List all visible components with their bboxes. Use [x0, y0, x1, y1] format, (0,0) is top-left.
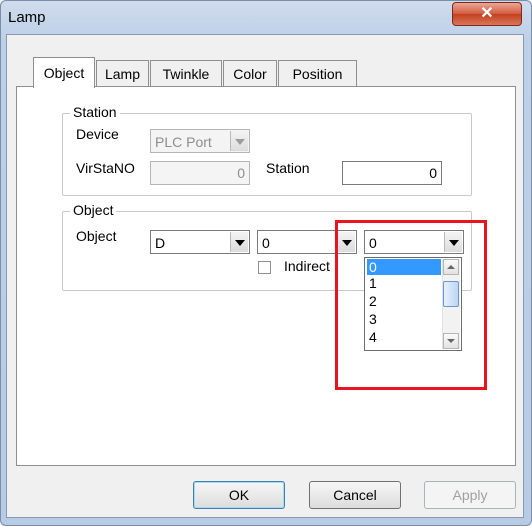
- tab-object[interactable]: Object: [33, 57, 95, 88]
- object-label: Object: [76, 228, 117, 244]
- dropdown-option[interactable]: 0: [367, 259, 441, 275]
- chevron-down-icon[interactable]: [337, 232, 355, 252]
- device-combo-value: PLC Port: [155, 134, 212, 150]
- chevron-down-icon: [230, 131, 248, 151]
- tab-lamp[interactable]: Lamp: [96, 60, 149, 87]
- device-combo: PLC Port: [150, 129, 250, 153]
- object-type-combo[interactable]: D: [150, 230, 250, 254]
- dropdown-option[interactable]: 2: [367, 293, 441, 309]
- device-label: Device: [76, 126, 119, 142]
- object-address-value: 0: [262, 235, 270, 251]
- scroll-up-icon[interactable]: [443, 259, 459, 275]
- scroll-down-icon[interactable]: [443, 333, 459, 349]
- scroll-thumb[interactable]: [443, 281, 459, 307]
- chevron-down-icon[interactable]: [444, 232, 462, 252]
- station-label: Station: [266, 160, 310, 176]
- tab-twinkle[interactable]: Twinkle: [150, 60, 222, 87]
- dropdown-option[interactable]: 4: [367, 329, 441, 345]
- station-field[interactable]: 0: [342, 161, 442, 185]
- window-title: Lamp: [8, 9, 46, 26]
- indirect-label: Indirect: [284, 258, 330, 274]
- close-icon: ✕: [480, 5, 494, 22]
- apply-button: Apply: [424, 481, 516, 509]
- indirect-checkbox[interactable]: [258, 261, 271, 274]
- object-bit-combo[interactable]: 0: [364, 230, 464, 254]
- object-type-value: D: [155, 235, 166, 251]
- ok-button[interactable]: OK: [193, 481, 285, 509]
- dropdown-option[interactable]: 3: [367, 311, 441, 327]
- object-bit-value: 0: [369, 235, 377, 251]
- close-button[interactable]: ✕: [452, 2, 522, 26]
- cancel-button[interactable]: Cancel: [309, 481, 401, 509]
- object-group-title: Object: [70, 202, 117, 218]
- virstano-field: 0: [150, 161, 250, 185]
- chevron-down-icon[interactable]: [230, 232, 248, 252]
- station-group-title: Station: [70, 104, 120, 120]
- virstano-label: VirStaNO: [76, 160, 135, 176]
- tab-position[interactable]: Position: [278, 60, 357, 87]
- tab-color[interactable]: Color: [223, 60, 277, 87]
- dropdown-scrollbar[interactable]: [442, 259, 460, 349]
- object-address-combo[interactable]: 0: [257, 230, 357, 254]
- bit-dropdown-list[interactable]: 0 1 2 3 4: [364, 257, 462, 351]
- dropdown-option[interactable]: 1: [367, 275, 441, 291]
